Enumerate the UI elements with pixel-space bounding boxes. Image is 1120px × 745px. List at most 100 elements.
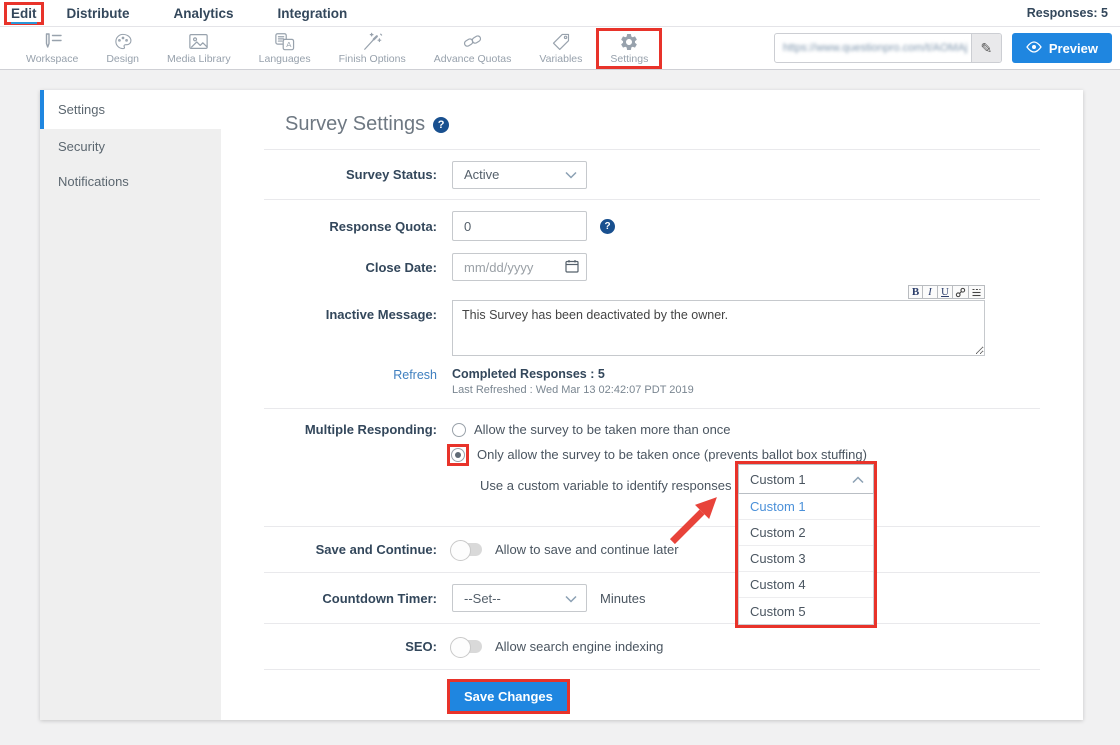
custom-variable-select[interactable]: Custom 1 — [738, 464, 874, 494]
radio-option-multiple[interactable]: Allow the survey to be taken more than o… — [452, 422, 867, 437]
italic-button[interactable]: I — [923, 285, 938, 299]
countdown-timer-suffix: Minutes — [600, 591, 646, 606]
countdown-timer-value: --Set-- — [464, 591, 501, 606]
dropdown-option-custom-2[interactable]: Custom 2 — [739, 520, 873, 546]
preview-label: Preview — [1049, 41, 1098, 56]
custom-variable-dropdown: Custom 1 Custom 1 Custom 2 Custom 3 Cust… — [735, 461, 877, 628]
edit-toolbar: Workspace Design Media Library A Languag… — [0, 27, 1120, 70]
help-icon[interactable]: ? — [433, 117, 449, 133]
completed-responses: Completed Responses : 5 — [452, 367, 694, 381]
toolbar-item-workspace[interactable]: Workspace — [12, 28, 92, 69]
save-and-continue-label: Save and Continue: — [264, 542, 437, 557]
save-and-continue-description: Allow to save and continue later — [495, 542, 679, 557]
sidebar-item-label: Notifications — [58, 174, 129, 189]
custom-variable-label: Use a custom variable to identify respon… — [480, 478, 731, 493]
radio-option-label: Only allow the survey to be taken once (… — [477, 447, 867, 462]
settings-card: Settings Security Notifications Survey S… — [40, 90, 1083, 720]
sidebar-item-settings[interactable]: Settings — [40, 90, 221, 129]
radio-icon[interactable] — [452, 423, 466, 437]
toolbar-item-variables[interactable]: Variables — [525, 28, 596, 69]
countdown-timer-label: Countdown Timer: — [264, 591, 437, 606]
dropdown-option-custom-3[interactable]: Custom 3 — [739, 546, 873, 572]
tab-integration[interactable]: Integration — [271, 2, 355, 25]
nav-tabs: Edit Distribute Analytics Integration — [4, 2, 384, 25]
save-changes-button[interactable]: Save Changes — [450, 682, 567, 711]
toolbar-item-label: Workspace — [26, 53, 78, 65]
toolbar-item-settings[interactable]: Settings — [596, 28, 662, 69]
divider — [264, 199, 1040, 200]
settings-icon — [619, 32, 639, 52]
align-button[interactable] — [969, 285, 985, 299]
responses-count: Responses: 5 — [1027, 6, 1110, 20]
tab-distribute[interactable]: Distribute — [60, 2, 137, 25]
response-quota-input[interactable] — [452, 211, 587, 241]
settings-content: Survey Settings ? Survey Status: Active … — [221, 90, 1083, 720]
eye-icon — [1026, 41, 1042, 56]
sidebar-item-security[interactable]: Security — [40, 129, 221, 164]
dropdown-option-custom-4[interactable]: Custom 4 — [739, 572, 873, 598]
seo-description: Allow search engine indexing — [495, 639, 663, 654]
tab-integration-label: Integration — [278, 6, 348, 21]
inactive-message-label: Inactive Message: — [264, 285, 437, 361]
sidebar-item-label: Security — [58, 139, 105, 154]
chevron-down-icon — [565, 591, 577, 606]
tab-edit[interactable]: Edit — [4, 2, 44, 25]
dropdown-option-custom-5[interactable]: Custom 5 — [739, 598, 873, 624]
multiple-responding-label: Multiple Responding: — [264, 422, 437, 493]
close-date-input[interactable] — [452, 253, 587, 281]
design-icon — [113, 32, 133, 52]
preview-button[interactable]: Preview — [1012, 33, 1112, 63]
sidebar-item-notifications[interactable]: Notifications — [40, 164, 221, 199]
bold-button[interactable]: B — [908, 285, 923, 299]
dropdown-options-list: Custom 1 Custom 2 Custom 3 Custom 4 Cust… — [738, 494, 874, 625]
toolbar-item-label: Languages — [259, 53, 311, 65]
toolbar-item-label: Advance Quotas — [434, 53, 512, 65]
inactive-message-textarea[interactable]: This Survey has been deactivated by the … — [452, 300, 985, 356]
save-and-continue-toggle[interactable] — [452, 543, 482, 556]
countdown-timer-select[interactable]: --Set-- — [452, 584, 587, 612]
toolbar-item-finish-options[interactable]: Finish Options — [325, 28, 420, 69]
survey-url-text: https://www.questionpro.com/t/AOMAj — [775, 34, 971, 62]
tab-analytics[interactable]: Analytics — [167, 2, 241, 25]
variables-icon — [551, 32, 571, 52]
tab-analytics-label: Analytics — [174, 6, 234, 21]
survey-status-value: Active — [464, 167, 499, 182]
format-toolbar: B I U — [452, 285, 985, 299]
toolbar-item-media-library[interactable]: Media Library — [153, 28, 245, 69]
pencil-icon: ✎ — [980, 40, 992, 56]
toolbar-item-label: Media Library — [167, 53, 231, 65]
chevron-up-icon — [852, 472, 864, 487]
sidebar-item-label: Settings — [58, 102, 105, 117]
languages-icon: A — [274, 32, 295, 52]
toolbar-item-advance-quotas[interactable]: Advance Quotas — [420, 28, 526, 69]
dropdown-option-custom-1[interactable]: Custom 1 — [739, 494, 873, 520]
survey-url-field[interactable]: https://www.questionpro.com/t/AOMAj ✎ — [774, 33, 1002, 63]
last-refreshed: Last Refreshed : Wed Mar 13 02:42:07 PDT… — [452, 384, 694, 396]
toolbar-item-design[interactable]: Design — [92, 28, 153, 69]
seo-toggle[interactable] — [452, 640, 482, 653]
toolbar-items: Workspace Design Media Library A Languag… — [12, 28, 662, 69]
toolbar-item-label: Finish Options — [339, 53, 406, 65]
survey-status-label: Survey Status: — [264, 167, 437, 182]
toolbar-item-label: Design — [106, 53, 139, 65]
page-body: Settings Security Notifications Survey S… — [0, 70, 1120, 720]
chevron-down-icon — [565, 167, 577, 182]
svg-text:A: A — [286, 40, 292, 49]
survey-status-select[interactable]: Active — [452, 161, 587, 189]
top-nav: Edit Distribute Analytics Integration Re… — [0, 0, 1120, 27]
annotation-box — [447, 444, 469, 466]
underline-button[interactable]: U — [938, 285, 953, 299]
annotation-box: Save Changes — [447, 679, 570, 714]
radio-icon[interactable] — [451, 448, 465, 462]
radio-option-once[interactable]: Only allow the survey to be taken once (… — [452, 447, 867, 462]
link-button[interactable] — [953, 285, 969, 299]
tab-edit-label: Edit — [11, 6, 37, 24]
toolbar-right: https://www.questionpro.com/t/AOMAj ✎ Pr… — [774, 33, 1112, 63]
toolbar-item-languages[interactable]: A Languages — [245, 28, 325, 69]
tab-distribute-label: Distribute — [67, 6, 130, 21]
seo-label: SEO: — [264, 639, 437, 654]
edit-url-button[interactable]: ✎ — [971, 34, 1001, 62]
page-title: Survey Settings — [285, 113, 425, 136]
refresh-link[interactable]: Refresh — [393, 368, 437, 382]
help-icon[interactable]: ? — [600, 219, 615, 234]
